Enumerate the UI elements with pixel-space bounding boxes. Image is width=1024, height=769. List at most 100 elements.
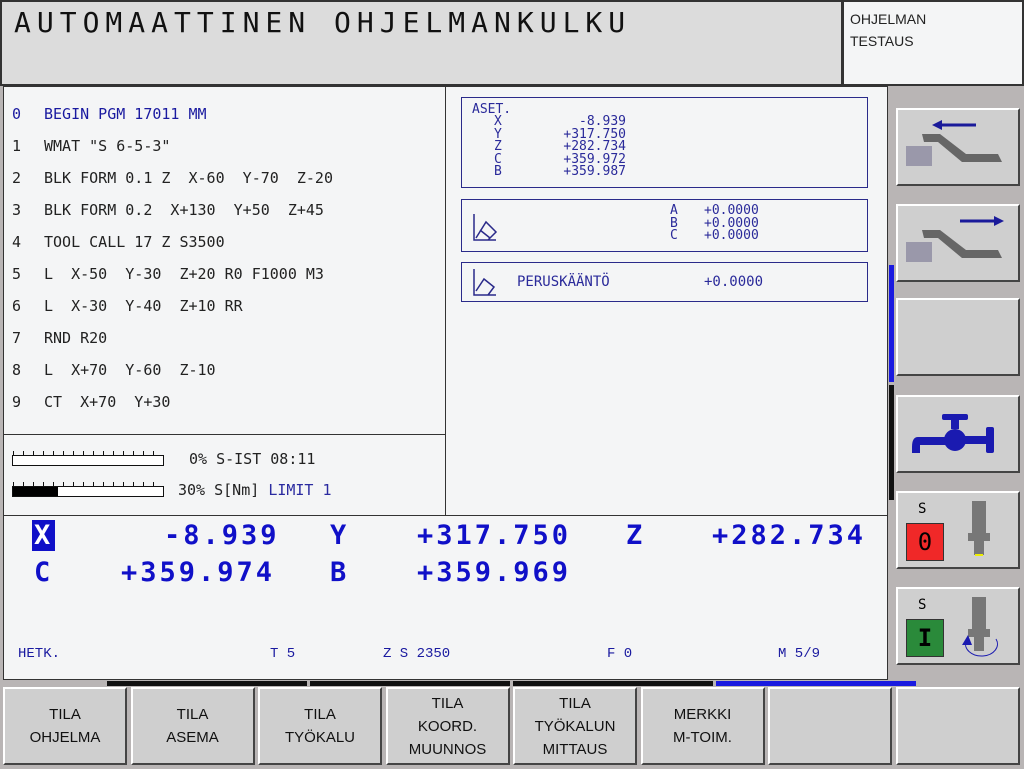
softkey-2[interactable]: TILA ASEMA bbox=[130, 687, 255, 765]
spindle-status: Z S 2350 bbox=[383, 646, 451, 662]
line-number: 3 bbox=[12, 201, 22, 219]
spindle-label: S bbox=[918, 501, 927, 517]
softkey-label: TILA bbox=[431, 694, 464, 712]
status-panel: 0% S-IST 08:11 30% S[Nm] LIMIT 1 bbox=[3, 434, 446, 516]
softkey-label: MUUNNOS bbox=[408, 740, 487, 758]
spindle-start-button[interactable]: S I bbox=[896, 587, 1020, 665]
chip-conveyor-forward-button[interactable] bbox=[896, 204, 1020, 282]
line-text: TOOL CALL 17 Z S3500 bbox=[44, 233, 225, 251]
softkey-label: MITTAUS bbox=[542, 740, 608, 758]
axis-value-c: +359.974 bbox=[121, 557, 276, 588]
spindle-on-icon: I bbox=[906, 619, 944, 657]
program-listing[interactable]: 0 BEGIN PGM 17011 MM 1 WMAT "S 6-5-3" 2 BLK F… bbox=[3, 86, 446, 435]
scrollbar-track[interactable] bbox=[889, 385, 894, 500]
softkey-4[interactable]: TILA KOORD. MUUNNOS bbox=[385, 687, 510, 765]
basic-rotation-label: PERUSKÄÄNTÖ bbox=[517, 274, 610, 290]
line-number: 1 bbox=[12, 137, 22, 155]
spindle-icon bbox=[968, 501, 990, 556]
program-line[interactable]: 4 TOOL CALL 17 Z S3500 bbox=[12, 233, 225, 251]
position-display: X -8.939 Y +317.750 Z +282.734 C +359.97… bbox=[3, 515, 888, 680]
mode-line: OHJELMAN bbox=[850, 11, 927, 27]
aset-box: ASET. X -8.939 Y +317.750 Z +282.734 C +359.972… bbox=[461, 97, 868, 188]
program-line[interactable]: 1 WMAT "S 6-5-3" bbox=[12, 137, 170, 155]
tool-status: T 5 bbox=[270, 646, 296, 662]
spindle-stop-button[interactable]: S 0 bbox=[896, 491, 1020, 569]
line-number: 0 bbox=[12, 105, 22, 123]
tilt-box: A +0.0000 B +0.0000 C +0.0000 bbox=[461, 199, 868, 252]
softkey-label: M-TOIM. bbox=[673, 729, 732, 746]
header: AUTOMAATTINEN OHJELMANKULKU bbox=[0, 0, 843, 86]
axis-label-c: C bbox=[34, 557, 54, 588]
program-line[interactable]: 6 L X-30 Y-40 Z+10 RR bbox=[12, 297, 243, 315]
aset-row: B +359.987 bbox=[494, 164, 626, 179]
empty-side-softkey[interactable] bbox=[896, 298, 1020, 376]
softkey-row-indicator bbox=[107, 681, 307, 686]
page-title: AUTOMAATTINEN OHJELMANKULKU bbox=[14, 6, 632, 39]
axis-value-z: +282.734 bbox=[712, 520, 867, 551]
mode-line: TESTAUS bbox=[850, 33, 914, 49]
info-panel: ASET. X -8.939 Y +317.750 Z +282.734 C +359.972… bbox=[445, 86, 888, 516]
softkey-label: TILA bbox=[49, 706, 81, 723]
softkey-label: TYÖKALUN bbox=[534, 717, 616, 735]
axis-value-x: -8.939 bbox=[164, 520, 280, 551]
program-line[interactable]: 3 BLK FORM 0.2 X+130 Y+50 Z+45 bbox=[12, 201, 324, 219]
program-line[interactable]: 7 RND R20 bbox=[12, 329, 107, 347]
softkey-7[interactable] bbox=[768, 687, 892, 765]
mode-indicator: OHJELMAN TESTAUS bbox=[842, 0, 1024, 86]
softkey-1[interactable]: TILA OHJELMA bbox=[3, 687, 127, 765]
line-text: CT X+70 Y+30 bbox=[44, 393, 171, 411]
softkey-8[interactable] bbox=[895, 687, 1020, 765]
line-number: 6 bbox=[12, 297, 22, 315]
line-number: 8 bbox=[12, 361, 22, 379]
softkey-6[interactable]: MERKKI M-TOIM. bbox=[640, 687, 765, 765]
line-text: BEGIN PGM 17011 MM bbox=[44, 105, 207, 123]
spindle-override-bar bbox=[12, 451, 164, 466]
axis-value-y: +317.750 bbox=[417, 520, 572, 551]
rotation-row: C +0.0000 bbox=[670, 228, 759, 243]
position-mode: HETK. bbox=[18, 646, 61, 662]
chip-conveyor-backward-button[interactable] bbox=[896, 108, 1020, 186]
torque-bar bbox=[12, 482, 164, 497]
program-line[interactable]: 0 BEGIN PGM 17011 MM bbox=[12, 105, 207, 123]
softkey-label: TILA bbox=[559, 694, 591, 712]
spindle-label: S bbox=[918, 597, 927, 613]
softkey-label: TILA bbox=[304, 706, 336, 723]
coolant-button[interactable] bbox=[896, 395, 1020, 473]
chip-conveyor-forward-icon bbox=[906, 216, 1004, 262]
line-number: 5 bbox=[12, 265, 22, 283]
softkey-5[interactable]: TILA TYÖKALUN MITTAUS bbox=[513, 687, 637, 765]
torque-text: 30% S[Nm] LIMIT 1 bbox=[178, 481, 332, 499]
m-function-status: M 5/9 bbox=[778, 646, 821, 662]
axis-label-y: Y bbox=[330, 520, 350, 551]
line-number: 4 bbox=[12, 233, 22, 251]
line-number: 9 bbox=[12, 393, 22, 411]
softkey-label: ASEMA bbox=[166, 729, 219, 746]
aset-label: ASET. bbox=[472, 102, 512, 117]
chip-conveyor-backward-icon bbox=[906, 120, 1002, 166]
spindle-off-icon: 0 bbox=[906, 523, 944, 561]
coolant-tap-icon bbox=[912, 414, 994, 453]
line-text: WMAT "S 6-5-3" bbox=[44, 137, 171, 155]
axis-label-x: X bbox=[32, 520, 56, 551]
scrollbar-thumb[interactable] bbox=[889, 265, 894, 382]
program-line[interactable]: 5 L X-50 Y-30 Z+20 R0 F1000 M3 bbox=[12, 265, 324, 283]
line-text: L X+70 Y-60 Z-10 bbox=[44, 361, 216, 379]
softkey-row-indicator bbox=[310, 681, 510, 686]
program-line[interactable]: 2 BLK FORM 0.1 Z X-60 Y-70 Z-20 bbox=[12, 169, 333, 187]
program-line[interactable]: 9 CT X+70 Y+30 bbox=[12, 393, 170, 411]
program-line[interactable]: 8 L X+70 Y-60 Z-10 bbox=[12, 361, 216, 379]
axis-label-z: Z bbox=[626, 520, 646, 551]
softkey-label: TILA bbox=[176, 706, 209, 723]
line-number: 7 bbox=[12, 329, 22, 347]
softkey-label: KOORD. bbox=[417, 717, 478, 735]
softkey-label: OHJELMA bbox=[29, 729, 101, 746]
softkey-label: TYÖKALU bbox=[284, 729, 356, 746]
line-text: RND R20 bbox=[44, 329, 108, 347]
line-text: BLK FORM 0.1 Z X-60 Y-70 Z-20 bbox=[44, 169, 333, 187]
line-text: BLK FORM 0.2 X+130 Y+50 Z+45 bbox=[44, 201, 324, 219]
softkey-row-indicator-active bbox=[716, 681, 916, 686]
softkey-3[interactable]: TILA TYÖKALU bbox=[258, 687, 382, 765]
line-number: 2 bbox=[12, 169, 22, 187]
line-text: L X-30 Y-40 Z+10 RR bbox=[44, 297, 243, 315]
basic-rotation-icon bbox=[473, 269, 496, 296]
